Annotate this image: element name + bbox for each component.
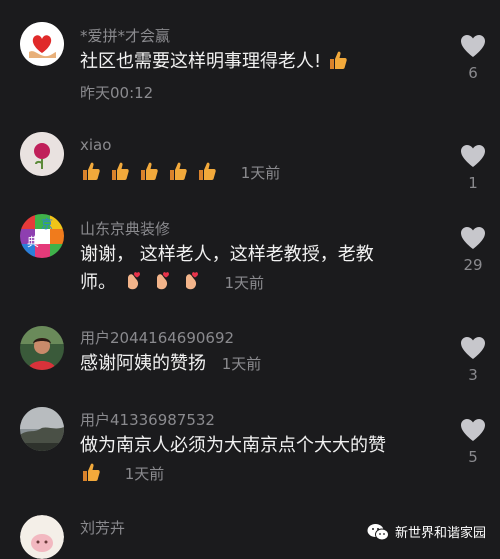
finger-heart-icon — [127, 272, 140, 290]
comment-username[interactable]: xiao — [80, 136, 111, 154]
comment-time: 昨天00:12 — [80, 84, 154, 102]
comment-username[interactable]: 用户2044164690692 — [80, 327, 234, 348]
comment-text: 师。 1天前 — [80, 268, 264, 298]
avatar[interactable] — [20, 326, 64, 370]
heart-icon — [461, 145, 485, 167]
thumbs-up-icon — [112, 162, 129, 180]
comment-text: 1天前 — [80, 459, 164, 489]
heart-icon — [461, 227, 485, 249]
thumbs-up-icon — [83, 162, 100, 180]
like-button[interactable]: 29 — [455, 226, 491, 274]
comment-time: 1天前 — [221, 355, 262, 373]
comment-text: 谢谢， 这样老人，这样老教授，老教 — [80, 244, 374, 265]
comment-text: 做为南京人必须为大南京点个大大的赞 — [80, 435, 386, 456]
like-count: 29 — [463, 256, 483, 274]
comment-time-line: 昨天00:12 — [80, 82, 153, 103]
finger-heart-icon — [156, 272, 169, 290]
comment-text-body: 感谢阿姨的赞扬 — [80, 353, 206, 374]
thumbs-up-icon — [199, 162, 216, 180]
watermark: 新世界和谐家园 — [367, 522, 486, 541]
like-button[interactable]: 3 — [455, 336, 491, 384]
like-button[interactable]: 1 — [455, 144, 491, 192]
like-button[interactable]: 6 — [455, 34, 491, 82]
finger-heart-icon — [185, 272, 198, 290]
avatar[interactable] — [20, 515, 64, 559]
like-count: 6 — [468, 64, 478, 82]
like-count: 5 — [468, 448, 478, 466]
comment-text: 社区也需要这样明事理得老人! — [80, 47, 356, 77]
comment-username[interactable]: 山东京典装修 — [80, 218, 170, 239]
comment-time: 1天前 — [240, 164, 281, 182]
like-count: 1 — [468, 174, 478, 192]
comment-text-body: 师。 — [80, 272, 116, 293]
avatar[interactable] — [20, 407, 64, 451]
avatar-char: 典 — [27, 235, 40, 249]
heart-icon — [461, 419, 485, 441]
thumbs-up-icon — [83, 463, 100, 481]
like-count: 3 — [468, 366, 478, 384]
wechat-icon — [367, 523, 389, 540]
like-button[interactable]: 5 — [455, 418, 491, 466]
comment-username[interactable]: 刘芳卉 — [80, 517, 125, 538]
comment-username[interactable]: 用户41336987532 — [80, 409, 215, 430]
avatar[interactable] — [20, 22, 64, 66]
watermark-label: 新世界和谐家园 — [394, 526, 486, 541]
avatar-char: 京 — [41, 217, 54, 231]
comment-text: 1天前 — [80, 158, 280, 188]
heart-icon — [461, 35, 485, 57]
avatar[interactable] — [20, 132, 64, 176]
heart-icon — [461, 337, 485, 359]
comment-text-body: 社区也需要这样明事理得老人! — [80, 51, 322, 72]
comment-username[interactable]: *爱拼*才会赢 — [80, 25, 170, 46]
thumbs-up-icon — [170, 162, 187, 180]
comment-time: 1天前 — [124, 465, 165, 483]
comment-time: 1天前 — [224, 274, 265, 292]
avatar[interactable]: 京 典 — [20, 214, 64, 258]
thumbs-up-icon — [329, 51, 347, 69]
thumbs-up-icon — [141, 162, 158, 180]
comment-text: 感谢阿姨的赞扬 1天前 — [80, 349, 261, 379]
